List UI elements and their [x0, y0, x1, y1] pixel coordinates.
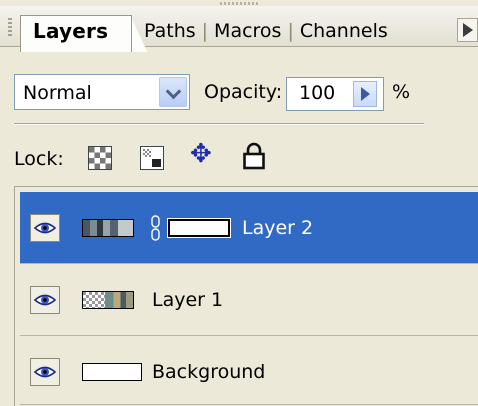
eye-icon[interactable]: [30, 214, 60, 242]
tab-grip-icon[interactable]: [8, 18, 12, 38]
opacity-unit: %: [392, 81, 411, 103]
divider: [14, 123, 424, 124]
lock-all-icon[interactable]: [242, 142, 266, 170]
panel-tab-strip: Layers Paths | Macros | Channels: [0, 6, 478, 52]
tab-separator: |: [201, 20, 209, 42]
chevron-down-icon[interactable]: [159, 77, 187, 107]
tab-channels[interactable]: Channels: [300, 20, 388, 42]
blend-mode-select[interactable]: Normal: [14, 74, 190, 110]
layer-row-layer-1[interactable]: Layer 1: [20, 264, 478, 336]
lock-position-icon[interactable]: ✥: [190, 141, 212, 167]
layer-name: Background: [152, 361, 266, 383]
layer-row-background[interactable]: Background: [20, 336, 478, 405]
layer-row-layer-2[interactable]: Layer 2: [20, 192, 478, 264]
layer-thumbnail[interactable]: [82, 363, 142, 381]
layer-mask-thumbnail[interactable]: [167, 218, 231, 238]
lock-label: Lock:: [14, 148, 64, 170]
chain-link-icon[interactable]: [151, 215, 160, 241]
blend-mode-value: Normal: [23, 82, 92, 104]
layer-name: Layer 1: [152, 289, 224, 311]
tab-layers-label: Layers: [33, 19, 109, 43]
tab-layers[interactable]: Layers: [20, 15, 132, 52]
lock-transparency-icon[interactable]: [88, 146, 112, 170]
tab-macros[interactable]: Macros: [214, 20, 281, 42]
opacity-value[interactable]: 100: [299, 82, 335, 104]
tab-scroll-right-button[interactable]: [457, 18, 478, 42]
opacity-slider-button[interactable]: [353, 81, 377, 107]
layer-thumbnail[interactable]: [82, 219, 134, 237]
panel-grip[interactable]: [220, 2, 260, 5]
tab-paths[interactable]: Paths: [144, 20, 196, 42]
eye-icon[interactable]: [30, 286, 60, 314]
opacity-label: Opacity:: [204, 81, 283, 103]
opacity-field[interactable]: 100: [286, 77, 384, 111]
tab-separator: |: [287, 20, 294, 42]
layer-name: Layer 2: [242, 217, 314, 239]
layer-thumbnail[interactable]: [82, 291, 134, 309]
inactive-tabs: Paths | Macros | Channels: [144, 20, 388, 42]
lock-pixels-icon[interactable]: [140, 146, 164, 170]
eye-icon[interactable]: [30, 358, 60, 386]
